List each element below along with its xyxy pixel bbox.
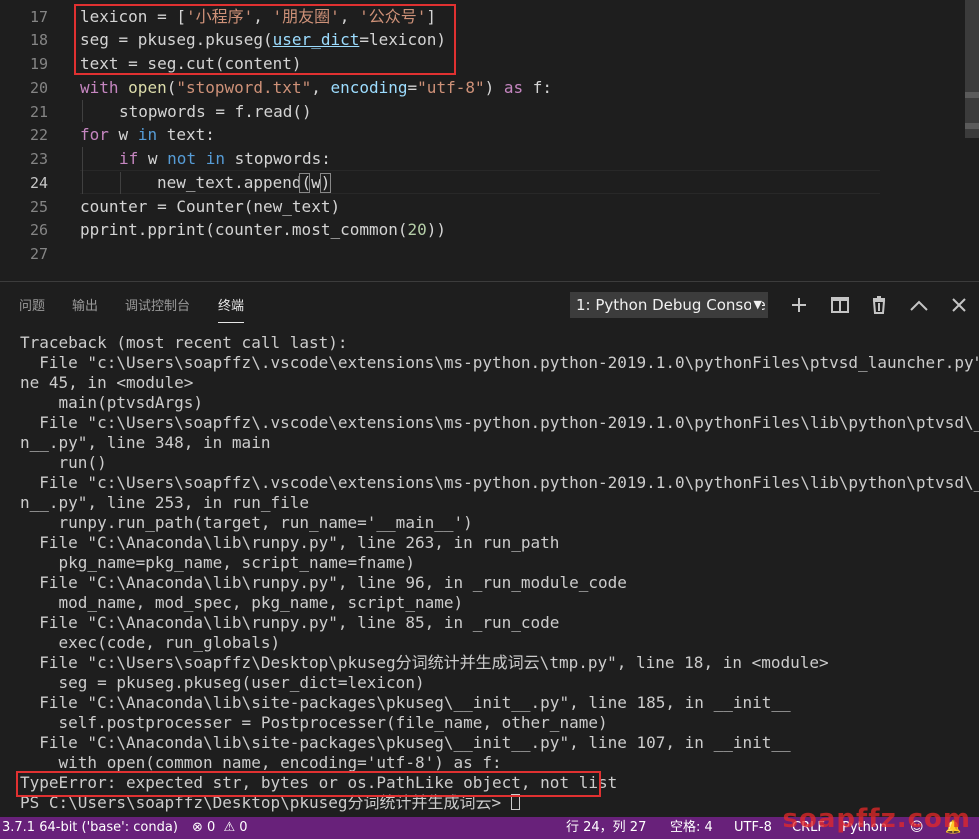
warning-icon: ⚠ <box>223 820 236 835</box>
code-text[interactable]: with open("stopword.txt", encoding="utf-… <box>80 76 552 100</box>
trash-icon[interactable] <box>866 292 892 318</box>
code-line-20[interactable]: 20 with open("stopword.txt", encoding="u… <box>0 76 965 100</box>
editor-scrollbar[interactable] <box>965 0 979 281</box>
terminal-line: Traceback (most recent call last): <box>20 333 348 352</box>
terminal-line: runpy.run_path(target, run_name='__main_… <box>20 513 473 532</box>
terminal-line: mod_name, mod_spec, pkg_name, script_nam… <box>20 593 464 612</box>
warning-count: 0 <box>239 820 248 835</box>
panel-tabs: 问题 输出 调试控制台 终端 <box>0 282 560 326</box>
line-number: 17 <box>29 8 48 26</box>
code-line-24[interactable]: 24 new_text.append(w) <box>0 171 965 195</box>
terminal-line: seg = pkuseg.pkuseg(user_dict=lexicon) <box>20 673 425 692</box>
annotation-box-error <box>16 771 601 797</box>
tab-debug-console[interactable]: 调试控制台 <box>125 295 190 314</box>
scrollbar-marker <box>965 123 979 129</box>
python-interpreter[interactable]: 3.7.1 64-bit ('base': conda) <box>2 817 178 839</box>
close-icon[interactable] <box>946 292 972 318</box>
scrollbar-thumb[interactable] <box>965 0 979 138</box>
tab-terminal[interactable]: 终端 <box>218 295 245 323</box>
code-line-25[interactable]: 25 counter = Counter(new_text) <box>0 195 965 219</box>
terminal-line: File "C:\Anaconda\lib\site-packages\pkus… <box>20 693 791 712</box>
line-number: 20 <box>29 79 48 97</box>
cursor-position[interactable]: 行 24，列 27 <box>566 817 646 839</box>
bracket-match-close <box>320 173 331 193</box>
chevron-down-icon: ▼ <box>750 292 762 318</box>
terminal-output[interactable]: Traceback (most recent call last): File … <box>20 333 979 813</box>
terminal-line: n__.py", line 253, in run_file <box>20 493 309 512</box>
bracket-match-open <box>299 173 310 193</box>
terminal-select[interactable]: 1: Python Debug Console ▼ <box>570 292 768 318</box>
terminal-line: File "C:\Anaconda\lib\runpy.py", line 96… <box>20 573 627 592</box>
line-number: 27 <box>29 245 48 263</box>
line-number: 24 <box>29 174 48 192</box>
file-encoding[interactable]: UTF-8 <box>734 817 772 839</box>
split-icon[interactable] <box>827 292 853 318</box>
code-line-22[interactable]: 22 for w in text: <box>0 123 965 147</box>
tab-output[interactable]: 输出 <box>72 295 98 314</box>
line-number: 23 <box>29 150 48 168</box>
terminal-line: exec(code, run_globals) <box>20 633 281 652</box>
line-number: 26 <box>29 221 48 239</box>
code-line-23[interactable]: 23 if w not in stopwords: <box>0 147 965 171</box>
terminal-line: self.postprocesser = Postprocesser(file_… <box>20 713 608 732</box>
chevron-up-icon[interactable] <box>906 292 932 318</box>
code-line-26[interactable]: 26 pprint.pprint(counter.most_common(20)… <box>0 218 965 242</box>
terminal-line: pkg_name=pkg_name, script_name=fname) <box>20 553 415 572</box>
terminal-line: ne 45, in <module> <box>20 373 194 392</box>
terminal-line: File "C:\Anaconda\lib\site-packages\pkus… <box>20 733 791 752</box>
code-text[interactable]: for w in text: <box>80 123 215 147</box>
error-count: 0 <box>207 820 216 835</box>
line-number: 21 <box>29 103 48 121</box>
line-number: 18 <box>29 31 48 49</box>
terminal-line: run() <box>20 453 107 472</box>
terminal-select-value: 1: Python Debug Console <box>576 296 766 314</box>
code-text[interactable]: pprint.pprint(counter.most_common(20)) <box>80 218 446 242</box>
terminal-line: File "C:\Anaconda\lib\runpy.py", line 26… <box>20 533 560 552</box>
bottom-panel: 问题 输出 调试控制台 终端 1: Python Debug Console ▼… <box>0 281 979 818</box>
terminal-line: main(ptvsdArgs) <box>20 393 204 412</box>
terminal-line: File "c:\Users\soapffz\.vscode\extension… <box>20 413 979 432</box>
code-line-27[interactable]: 27 <box>0 242 965 266</box>
code-text[interactable]: counter = Counter(new_text) <box>80 195 340 219</box>
terminal-line: File "C:\Anaconda\lib\runpy.py", line 85… <box>20 613 560 632</box>
problems-indicator[interactable]: ⊗ 0 ⚠ 0 <box>192 817 248 839</box>
terminal-line: n__.py", line 348, in main <box>20 433 271 452</box>
terminal-line: with open(common_name, encoding='utf-8')… <box>20 753 502 772</box>
terminal-line: File "c:\Users\soapffz\Desktop\pkuseg分词统… <box>20 653 829 672</box>
line-number: 19 <box>29 55 48 73</box>
code-editor[interactable]: 17 lexicon = ['小程序', '朋友圈', '公众号'] 18 se… <box>0 0 979 281</box>
plus-icon[interactable] <box>786 292 812 318</box>
line-number: 22 <box>29 126 48 144</box>
scrollbar-marker <box>965 92 979 98</box>
watermark: soapffz.com <box>782 804 971 834</box>
tab-problems[interactable]: 问题 <box>19 295 45 314</box>
code-line-21[interactable]: 21 stopwords = f.read() <box>0 100 965 124</box>
code-text[interactable]: stopwords = f.read() <box>119 100 312 124</box>
terminal-line: File "c:\Users\soapffz\.vscode\extension… <box>20 353 979 372</box>
terminal-line: File "c:\Users\soapffz\.vscode\extension… <box>20 473 979 492</box>
annotation-box-code <box>74 4 456 75</box>
line-number: 25 <box>29 198 48 216</box>
indentation[interactable]: 空格: 4 <box>670 817 713 839</box>
error-icon: ⊗ <box>192 820 203 835</box>
code-text[interactable]: if w not in stopwords: <box>119 147 331 171</box>
